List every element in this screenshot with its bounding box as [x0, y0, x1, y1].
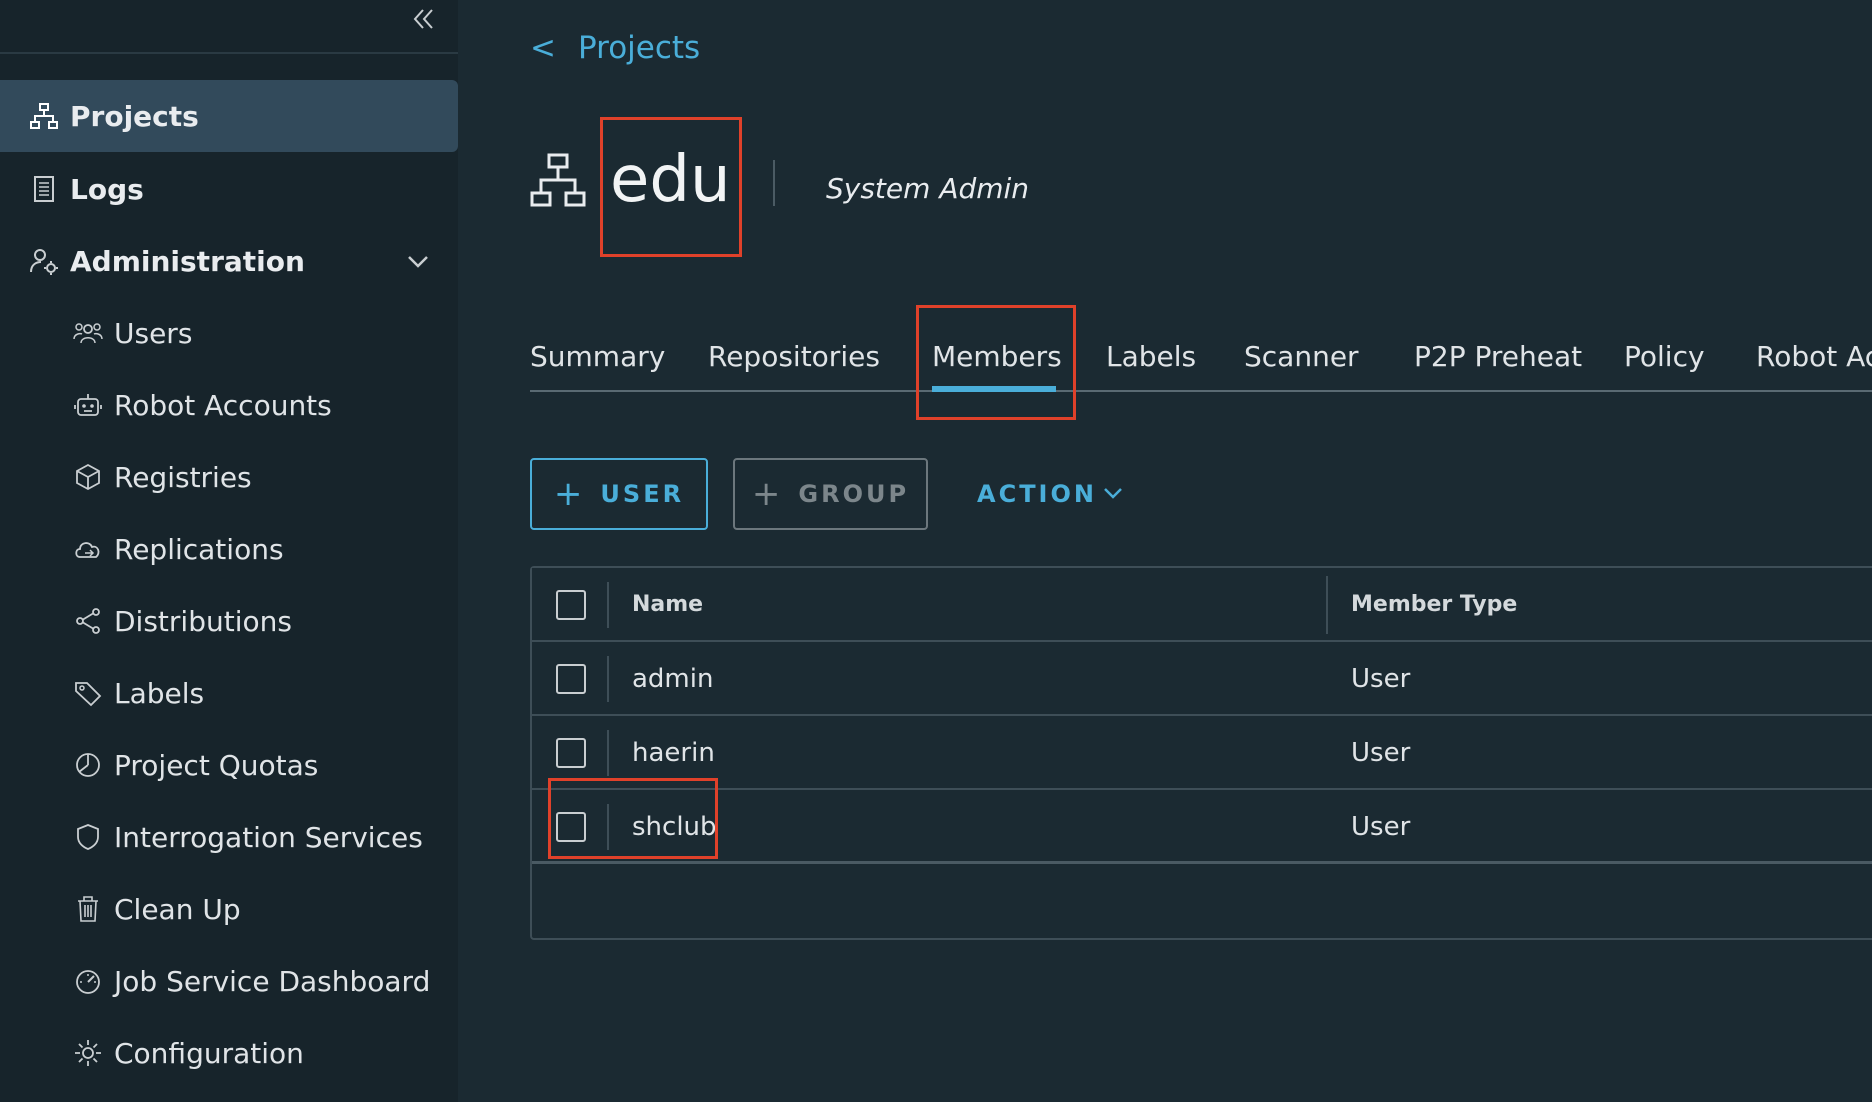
- back-chevron-icon: <: [530, 30, 556, 66]
- action-label: ACTION: [977, 480, 1097, 508]
- select-all-checkbox[interactable]: [556, 590, 586, 620]
- sidebar-item-label: Interrogation Services: [114, 820, 423, 854]
- labels-icon: [72, 677, 104, 709]
- member-type: User: [1351, 664, 1411, 694]
- robot-icon: [72, 389, 104, 421]
- action-dropdown[interactable]: ACTION: [976, 458, 1126, 530]
- member-name: shclub: [632, 812, 717, 842]
- sidebar-item-replications[interactable]: Replications: [0, 513, 458, 585]
- sidebar-item-label: Robot Accounts: [114, 388, 332, 422]
- sidebar-divider: [0, 52, 458, 54]
- add-group-label: GROUP: [798, 480, 910, 508]
- sidebar-item-distributions[interactable]: Distributions: [0, 585, 458, 657]
- add-group-button[interactable]: + GROUP: [733, 458, 928, 530]
- page-title: edu: [610, 143, 731, 217]
- row-checkbox[interactable]: [556, 664, 586, 694]
- sidebar-item-configuration[interactable]: Configuration: [0, 1017, 458, 1089]
- sidebar-item-label: Clean Up: [114, 892, 241, 926]
- member-type: User: [1351, 738, 1411, 768]
- project-icon: [530, 152, 586, 208]
- sidebar-item-interrogation-services[interactable]: Interrogation Services: [0, 801, 458, 873]
- admin-icon: [28, 245, 60, 277]
- row-checkbox[interactable]: [556, 738, 586, 768]
- add-user-label: USER: [600, 480, 685, 508]
- shield-icon: [72, 821, 104, 853]
- sidebar-item-label: Projects: [70, 99, 199, 133]
- chevron-down-icon: [1101, 482, 1125, 506]
- sidebar-item-project-quotas[interactable]: Project Quotas: [0, 729, 458, 801]
- logs-icon: [28, 173, 60, 205]
- tab-policy[interactable]: Policy: [1624, 340, 1705, 373]
- main-content: < Projects edu System Admin Summary Repo…: [458, 0, 1872, 1102]
- tab-labels[interactable]: Labels: [1106, 340, 1196, 373]
- column-divider: [607, 730, 609, 776]
- sidebar-item-label: Users: [114, 316, 193, 350]
- tab-bar: Summary Repositories Members Labels Scan…: [530, 330, 1872, 392]
- sidebar-item-job-service-dashboard[interactable]: Job Service Dashboard: [0, 945, 458, 1017]
- column-header-name[interactable]: Name: [632, 592, 703, 617]
- trash-icon: [72, 893, 104, 925]
- member-type: User: [1351, 812, 1411, 842]
- member-name: admin: [632, 664, 714, 694]
- sidebar-item-label: Job Service Dashboard: [114, 964, 431, 998]
- tab-repositories[interactable]: Repositories: [708, 340, 880, 373]
- table-row[interactable]: shclub User: [532, 790, 1872, 864]
- sidebar-item-labels[interactable]: Labels: [0, 657, 458, 729]
- sidebar-item-label: Project Quotas: [114, 748, 319, 782]
- column-divider[interactable]: [1326, 576, 1328, 634]
- table-row[interactable]: haerin User: [532, 716, 1872, 790]
- sidebar-item-logs[interactable]: Logs: [0, 153, 458, 225]
- sidebar-item-registries[interactable]: Registries: [0, 441, 458, 513]
- table-header: Name Member Type: [532, 568, 1872, 642]
- members-table: Name Member Type admin User haerin User …: [530, 566, 1872, 940]
- column-divider: [607, 656, 609, 702]
- sidebar-item-projects[interactable]: Projects: [0, 80, 458, 152]
- sidebar-item-label: Registries: [114, 460, 252, 494]
- quotas-icon: [72, 749, 104, 781]
- sidebar: Projects Logs Administration Users Robot…: [0, 0, 458, 1102]
- tab-p2p-preheat[interactable]: P2P Preheat: [1414, 340, 1582, 373]
- sidebar-item-users[interactable]: Users: [0, 297, 458, 369]
- sidebar-item-label: Labels: [114, 676, 205, 710]
- sidebar-item-robot-accounts[interactable]: Robot Accounts: [0, 369, 458, 441]
- breadcrumb-projects-link[interactable]: Projects: [578, 30, 700, 66]
- registries-icon: [72, 461, 104, 493]
- member-name: haerin: [632, 738, 715, 768]
- breadcrumb[interactable]: < Projects: [530, 30, 700, 66]
- column-header-member-type[interactable]: Member Type: [1351, 592, 1517, 617]
- chevron-down-icon: [404, 247, 432, 275]
- double-chevron-left-icon[interactable]: [408, 4, 438, 34]
- dashboard-icon: [72, 965, 104, 997]
- gear-icon: [72, 1037, 104, 1069]
- sidebar-item-label: Administration: [70, 244, 305, 278]
- projects-icon: [28, 100, 60, 132]
- sidebar-item-label: Replications: [114, 532, 284, 566]
- active-tab-indicator: [932, 386, 1056, 392]
- plus-icon: +: [751, 474, 781, 514]
- row-checkbox[interactable]: [556, 812, 586, 842]
- role-label: System Admin: [826, 172, 1030, 205]
- table-row[interactable]: admin User: [532, 642, 1872, 716]
- sidebar-item-label: Distributions: [114, 604, 292, 638]
- distributions-icon: [72, 605, 104, 637]
- tab-members[interactable]: Members: [932, 340, 1062, 373]
- sidebar-item-label: Configuration: [114, 1036, 304, 1070]
- column-divider: [607, 804, 609, 850]
- title-divider: [773, 160, 775, 206]
- tab-summary[interactable]: Summary: [530, 340, 665, 373]
- plus-icon: +: [553, 474, 583, 514]
- sidebar-item-label: Logs: [70, 172, 144, 206]
- add-user-button[interactable]: + USER: [530, 458, 708, 530]
- column-divider: [607, 582, 609, 628]
- tab-scanner[interactable]: Scanner: [1244, 340, 1359, 373]
- replications-icon: [72, 533, 104, 565]
- tab-robot-accounts[interactable]: Robot Ac: [1756, 340, 1872, 373]
- sidebar-item-administration[interactable]: Administration: [0, 225, 458, 297]
- users-icon: [72, 317, 104, 349]
- sidebar-item-clean-up[interactable]: Clean Up: [0, 873, 458, 945]
